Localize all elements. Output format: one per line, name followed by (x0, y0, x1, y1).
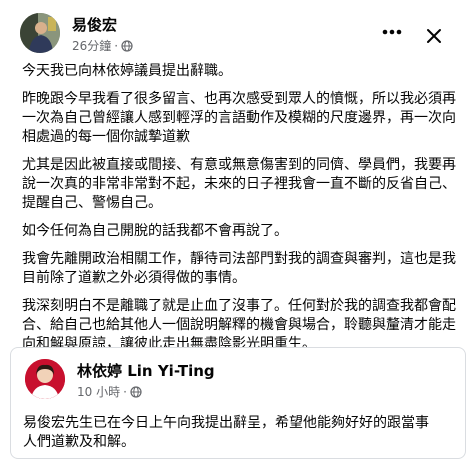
post-body: 今天我已向林依婷議員提出辭職。 昨晚跟今早我看了很多留言、也再次感受到眾人的憤慨… (22, 62, 458, 363)
post-paragraph: 昨晚跟今早我看了很多留言、也再次感受到眾人的憤慨，所以我必須再 一次為自己曾經讓… (22, 91, 456, 145)
shared-timestamp[interactable]: 10 小時 (77, 383, 120, 400)
close-button[interactable] (420, 22, 448, 50)
post-paragraph: 我深刻明白不是離職了就是止血了沒事了。任何對於我的調查我都會配 合、給自己也給其… (22, 298, 456, 352)
author-avatar[interactable] (20, 13, 60, 53)
post-paragraph: 今天我已向林依婷議員提出辭職。 (22, 63, 232, 79)
shared-avatar-image (25, 359, 65, 399)
post-paragraph: 尤其是因此被直接或間接、有意或無意傷害到的同儕、學員們，我要再 說一次真的非常非… (22, 157, 456, 211)
post-meta: 26分鐘 · (72, 37, 133, 54)
post-header: 易俊宏 26分鐘 · (0, 0, 474, 62)
close-icon (427, 29, 441, 43)
shared-author-name[interactable]: 林依婷 Lin Yi-Ting (77, 360, 215, 381)
globe-icon (130, 385, 142, 398)
globe-icon (121, 39, 133, 52)
meta-separator: · (114, 38, 119, 53)
post-paragraph: 我會先離開政治相關工作，靜待司法部門對我的調查與審判，這也是我 目前除了道歉之外… (22, 251, 456, 286)
post-timestamp[interactable]: 26分鐘 (72, 37, 111, 54)
author-avatar-image (20, 13, 60, 53)
shared-post-text: 易俊宏先生已在今日上午向我提出辭呈，希望他能夠好好的跟當事 人們道歉及和解。 (23, 415, 429, 450)
shared-post-card[interactable]: 林依婷 Lin Yi-Ting 10 小時 · 易俊宏先生已在今日上午向我提出辭… (10, 347, 466, 459)
shared-author-avatar[interactable] (25, 359, 65, 399)
more-options-button[interactable] (380, 24, 404, 40)
post-paragraph: 如今任何為自己開脫的話我都不會再說了。 (22, 223, 288, 239)
shared-meta: 10 小時 · (77, 383, 142, 400)
meta-separator: · (123, 384, 127, 399)
post-author-name[interactable]: 易俊宏 (72, 14, 117, 35)
more-horizontal-icon (382, 29, 402, 35)
